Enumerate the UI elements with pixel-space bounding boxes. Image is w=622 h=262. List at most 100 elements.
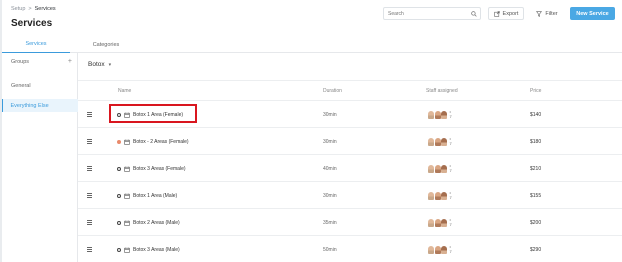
add-group-icon[interactable]: +	[68, 58, 72, 65]
selected-row-highlight	[109, 104, 197, 123]
calendar-icon	[124, 128, 131, 155]
breadcrumb-separator: >	[28, 6, 32, 12]
tab-categories[interactable]: Categories	[78, 36, 134, 53]
sidebar-groups-label: Groups	[11, 58, 30, 65]
service-duration: 50min	[323, 246, 337, 253]
avatar	[441, 191, 447, 200]
filter-button[interactable]: Filter	[530, 7, 564, 20]
tab-services[interactable]: Services	[2, 36, 70, 53]
sidebar-item-general[interactable]: General	[2, 79, 78, 92]
table-row[interactable]: Botox 1 Area (Male) 30min • 7 $155	[78, 182, 622, 209]
calendar-icon	[124, 155, 131, 182]
status-dot-icon	[117, 182, 123, 209]
service-duration: 30min	[323, 111, 337, 118]
status-dot-icon	[117, 128, 123, 155]
staff-more-count: 7	[449, 248, 452, 254]
service-duration: 30min	[323, 138, 337, 145]
service-name[interactable]: Botox 3 Areas (Female)	[133, 155, 186, 182]
avatar	[441, 137, 447, 146]
service-name[interactable]: Botox 3 Areas (Male)	[133, 236, 180, 262]
category-filter[interactable]: Botox ▾	[88, 61, 111, 68]
column-header-staff[interactable]: Staff assigned	[426, 81, 458, 101]
staff-more-indicator: • 7	[450, 217, 452, 227]
avatar	[434, 218, 441, 227]
drag-handle-icon[interactable]	[87, 128, 93, 155]
avatar	[428, 245, 434, 254]
table-row[interactable]: Botox 2 Areas (Male) 35min • 7 $200	[78, 209, 622, 236]
sidebar-item-everything-else[interactable]: Everything Else	[2, 99, 78, 112]
new-service-label: New Service	[576, 10, 609, 17]
service-price: $180	[530, 138, 542, 145]
staff-more-count: 7	[449, 194, 452, 200]
avatar	[434, 110, 441, 119]
avatar	[441, 245, 447, 254]
service-duration: 40min	[323, 165, 337, 172]
service-name[interactable]: Botox - 2 Areas (Female)	[133, 128, 189, 155]
filter-icon	[536, 10, 543, 17]
table-row[interactable]: Botox 3 Areas (Female) 40min • 7 $210	[78, 155, 622, 182]
column-header-name[interactable]: Name	[118, 81, 131, 101]
table-header: Name Duration Staff assigned Price	[78, 80, 622, 101]
calendar-icon	[124, 182, 131, 209]
sidebar-groups-header: Groups +	[2, 55, 78, 68]
staff-more-indicator: • 7	[449, 190, 452, 200]
service-name[interactable]: Botox 1 Area (Male)	[133, 182, 177, 209]
export-button[interactable]: Export	[488, 7, 524, 20]
breadcrumb-parent[interactable]: Setup	[11, 6, 25, 12]
export-icon	[493, 10, 500, 17]
export-label: Export	[502, 10, 519, 17]
search-input[interactable]	[388, 10, 468, 18]
service-price: $200	[530, 219, 542, 226]
staff-more-count: 7	[449, 167, 452, 173]
page-title: Services	[11, 18, 53, 29]
service-duration: 35min	[323, 219, 337, 226]
service-price: $210	[530, 165, 542, 172]
staff-more-indicator: • 7	[449, 163, 452, 173]
category-filter-value: Botox	[88, 61, 105, 68]
staff-more-count: 7	[449, 140, 452, 146]
staff-avatars[interactable]: • 7	[428, 155, 452, 182]
avatar	[441, 164, 447, 173]
breadcrumb-current: Services	[34, 6, 56, 12]
staff-more-count: 7	[449, 113, 452, 119]
service-name[interactable]: Botox 2 Areas (Male)	[133, 209, 180, 236]
avatar	[428, 137, 434, 146]
service-price: $140	[530, 111, 542, 118]
new-service-button[interactable]: New Service	[570, 7, 615, 20]
avatar	[441, 218, 447, 227]
table-row[interactable]: Botox 3 Areas (Male) 50min • 7 $290	[78, 236, 622, 262]
column-header-price[interactable]: Price	[530, 81, 541, 101]
status-dot-icon	[117, 236, 123, 262]
drag-handle-icon[interactable]	[87, 236, 93, 262]
staff-avatars[interactable]: • 7	[428, 209, 452, 236]
status-dot-icon	[117, 155, 123, 182]
avatar	[434, 245, 441, 254]
avatar	[428, 191, 434, 200]
search-icon[interactable]	[471, 11, 477, 17]
avatar	[428, 164, 434, 173]
staff-more-indicator: • 7	[449, 244, 452, 254]
avatar	[434, 164, 441, 173]
search-box[interactable]	[383, 7, 481, 20]
column-header-duration[interactable]: Duration	[323, 81, 342, 101]
service-price: $155	[530, 192, 542, 199]
calendar-icon	[124, 209, 131, 236]
filter-label: Filter	[545, 10, 558, 17]
drag-handle-icon[interactable]	[87, 182, 93, 209]
staff-more-indicator: • 7	[449, 109, 452, 119]
avatar	[441, 110, 447, 119]
avatar	[434, 137, 441, 146]
drag-handle-icon[interactable]	[87, 209, 93, 236]
staff-avatars[interactable]: • 7	[428, 128, 452, 155]
table-row[interactable]: Botox - 2 Areas (Female) 30min • 7 $180	[78, 128, 622, 155]
chevron-down-icon: ▾	[108, 61, 112, 68]
staff-avatars[interactable]: • 7	[428, 101, 452, 128]
staff-avatars[interactable]: • 7	[428, 182, 452, 209]
staff-avatars[interactable]: • 7	[428, 236, 452, 262]
drag-handle-icon[interactable]	[87, 101, 93, 128]
tabs-bar: Services Categories	[0, 36, 622, 53]
breadcrumb: Setup > Services	[11, 6, 56, 12]
drag-handle-icon[interactable]	[87, 155, 93, 182]
avatar	[428, 110, 434, 119]
calendar-icon	[124, 236, 131, 262]
